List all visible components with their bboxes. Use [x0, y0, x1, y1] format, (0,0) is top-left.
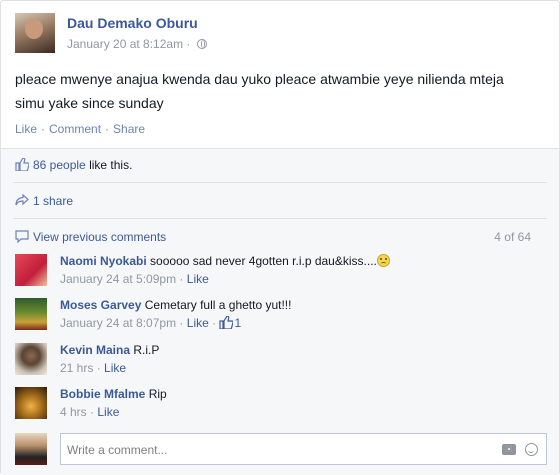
comment-input[interactable]: Write a comment... — [60, 433, 547, 465]
author-avatar[interactable] — [15, 13, 55, 53]
shares-link[interactable]: 1 share — [33, 194, 73, 208]
comment-like-count[interactable]: 1 — [234, 316, 241, 330]
post-timestamp[interactable]: January 20 at 8:12am — [67, 37, 183, 51]
comment-like-link[interactable]: Like — [187, 316, 209, 330]
smiley-icon — [376, 254, 390, 267]
divider — [13, 182, 547, 183]
likes-row: 86 people like this. — [15, 158, 132, 172]
comment-body: Kevin Maina R.i.P — [60, 343, 159, 357]
commenter-name[interactable]: Moses Garvey — [60, 298, 141, 312]
likes-count-link[interactable]: 86 people — [33, 158, 86, 172]
comment-meta: January 24 at 5:09pm · Like — [60, 272, 209, 286]
meta-separator: · — [96, 361, 101, 375]
comment-time[interactable]: January 24 at 5:09pm — [60, 272, 176, 286]
post-text: pleace mwenye anajua kwenda dau yuko ple… — [15, 71, 504, 111]
current-user-avatar — [15, 433, 47, 465]
author-name[interactable]: Dau Demako Oburu — [67, 15, 198, 31]
emoji-icon[interactable] — [525, 443, 538, 456]
action-separator: · — [41, 122, 46, 136]
comment-like-link[interactable]: Like — [97, 405, 119, 419]
commenter-avatar[interactable] — [15, 298, 47, 330]
likes-suffix: like this. — [89, 158, 133, 172]
comment-text: R.i.P — [133, 343, 160, 357]
divider — [13, 218, 547, 219]
comment-count: 4 of 64 — [494, 230, 531, 244]
meta-separator: · — [212, 316, 217, 330]
commenter-name[interactable]: Bobbie Mfalme — [60, 387, 145, 401]
share-link[interactable]: Share — [113, 122, 145, 136]
comment-meta: January 24 at 8:07pm · Like · 1 — [60, 316, 241, 330]
commenter-name[interactable]: Naomi Nyokabi — [60, 254, 147, 268]
comment-input-placeholder: Write a comment... — [67, 443, 168, 457]
comment-time[interactable]: 21 hrs — [60, 361, 93, 375]
comment-meta: 4 hrs · Like — [60, 405, 119, 419]
meta-separator: · — [179, 316, 184, 330]
camera-icon[interactable] — [502, 444, 516, 455]
comment-time[interactable]: January 24 at 8:07pm — [60, 316, 176, 330]
comment-text: Rip — [148, 387, 167, 401]
meta-separator: · — [186, 37, 191, 51]
view-previous-comments-link[interactable]: View previous comments — [33, 230, 166, 244]
comment-link[interactable]: Comment — [49, 122, 101, 136]
commenter-name[interactable]: Kevin Maina — [60, 343, 130, 357]
post-meta: January 20 at 8:12am · — [67, 37, 207, 51]
comment-like-link[interactable]: Like — [104, 361, 126, 375]
comment-meta: 21 hrs · Like — [60, 361, 126, 375]
globe-icon[interactable] — [196, 39, 207, 49]
thumbs-up-icon — [219, 316, 234, 329]
comment-time[interactable]: 4 hrs — [60, 405, 87, 419]
like-link[interactable]: Like — [15, 122, 37, 136]
comment-body: Bobbie Mfalme Rip — [60, 387, 167, 401]
action-separator: · — [105, 122, 110, 136]
share-arrow-icon — [15, 194, 29, 206]
commenter-avatar[interactable] — [15, 343, 47, 375]
comment-text: sooooo sad never 4gotten r.i.p dau&kiss.… — [150, 254, 377, 268]
comment-like-link[interactable]: Like — [187, 272, 209, 286]
view-previous-row: View previous comments 4 of 64 — [15, 230, 545, 244]
comment-text: Cemetary full a ghetto yut!!! — [144, 298, 292, 312]
ufi-section: 86 people like this. 1 share View previo… — [1, 148, 559, 475]
comment-body: Naomi Nyokabi sooooo sad never 4gotten r… — [60, 254, 390, 268]
shares-row: 1 share — [15, 194, 73, 208]
meta-separator: · — [179, 272, 184, 286]
thumbs-up-icon — [15, 158, 29, 171]
commenter-avatar[interactable] — [15, 387, 47, 419]
post-card: Dau Demako Oburu January 20 at 8:12am · … — [0, 0, 560, 475]
post-actions: Like · Comment · Share — [15, 122, 145, 136]
comment-body: Moses Garvey Cemetary full a ghetto yut!… — [60, 298, 291, 312]
comment-bubble-icon — [15, 230, 29, 243]
commenter-avatar[interactable] — [15, 254, 47, 286]
meta-separator: · — [90, 405, 95, 419]
